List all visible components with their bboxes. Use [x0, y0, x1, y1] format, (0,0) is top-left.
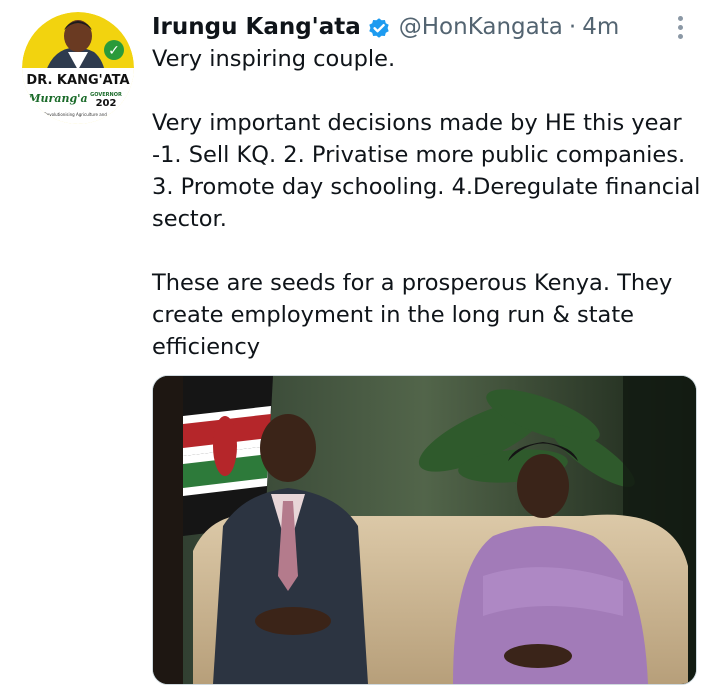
avatar-tagline-text: Revolutionising Agriculture and ... [44, 112, 112, 117]
tweet-text-paragraph: Very inspiring couple. [152, 46, 396, 72]
tweet-media-image[interactable] [152, 375, 697, 685]
tweet-timestamp[interactable]: 4m [582, 9, 619, 45]
avatar-year-text: 202 [96, 98, 117, 109]
tweet-text-paragraph: Very important decisions made by HE this… [152, 110, 701, 232]
author-handle[interactable]: @HonKangata [399, 9, 563, 45]
avatar-script-text: Murang'a [27, 92, 87, 105]
tweet-header: Irungu Kang'ata @HonKangata · 4m [152, 9, 619, 45]
header-separator: · [568, 14, 577, 40]
avatar-banner-text: DR. KANG'ATA [26, 73, 129, 88]
tweet-text: Very inspiring couple. Very important de… [152, 43, 707, 363]
more-options-icon[interactable] [666, 12, 694, 42]
verified-badge-icon [367, 15, 391, 39]
author-avatar[interactable]: ✓ DR. KANG'ATA Murang'a GOVERNOR 202 Rev… [22, 12, 134, 124]
avatar-check-mark: ✓ [108, 43, 120, 59]
tweet-text-paragraph: These are seeds for a prosperous Kenya. … [152, 270, 673, 360]
author-name[interactable]: Irungu Kang'ata [152, 9, 361, 45]
